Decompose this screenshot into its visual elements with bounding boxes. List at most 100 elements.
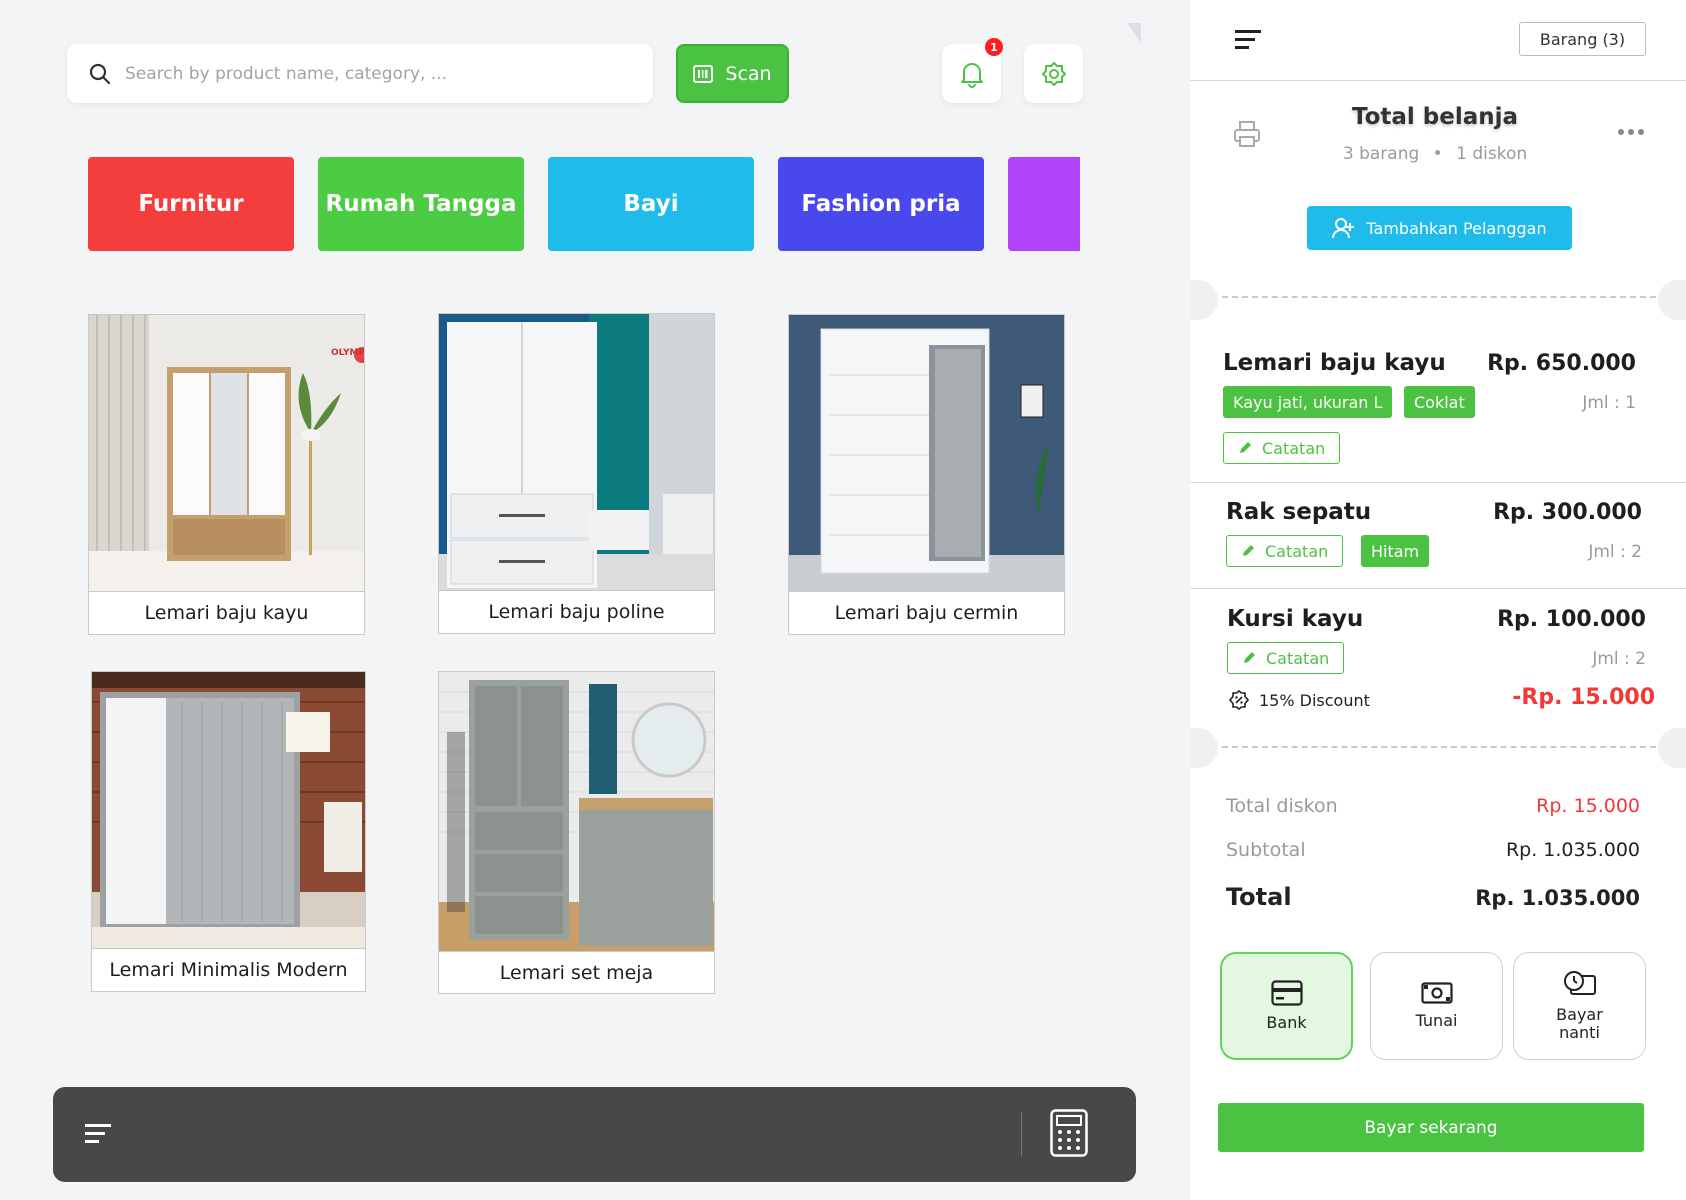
receipt-notch-left (1190, 728, 1218, 768)
cart-item-price: Rp. 300.000 (1493, 500, 1642, 525)
add-customer-label: Tambahkan Pelanggan (1366, 218, 1547, 238)
category-bayi[interactable]: Bayi (548, 157, 754, 251)
note-label: Catatan (1262, 438, 1326, 458)
cart-item-price: Rp. 100.000 (1497, 607, 1646, 632)
cart-subtitle: 3 barang • 1 diskon (1290, 144, 1580, 164)
corner-fold (1127, 23, 1141, 43)
total-value: Rp. 1.035.000 (1475, 886, 1640, 910)
add-customer-button[interactable]: Tambahkan Pelanggan (1307, 206, 1572, 250)
menu-icon[interactable] (1235, 30, 1261, 50)
product-card[interactable]: Lemari baju poline (438, 313, 715, 634)
payment-label: Bayar nanti (1556, 1005, 1603, 1042)
note-label: Catatan (1266, 648, 1330, 668)
product-card[interactable]: Lemari baju cermin (788, 314, 1065, 635)
payment-label: Tunai (1415, 1011, 1458, 1031)
pay-now-button[interactable]: Bayar sekarang (1218, 1103, 1644, 1152)
printer-icon[interactable] (1233, 120, 1261, 148)
category-label: Rumah Tangga (325, 191, 517, 217)
product-card[interactable]: Lemari Minimalis Modern (91, 671, 366, 992)
note-button[interactable]: Catatan (1223, 432, 1341, 464)
pencil-icon (1243, 545, 1254, 556)
cash-icon (1420, 982, 1453, 1004)
product-name: Lemari set meja (439, 951, 714, 994)
catalog-area: Scan 1 Furnitur Rumah Tangga Bayi Fashio… (0, 0, 1190, 1200)
color-tag: Hitam (1361, 535, 1430, 567)
category-partial[interactable] (1008, 157, 1080, 251)
receipt-notch-right (1658, 728, 1686, 768)
discount-row: 15% Discount (1229, 690, 1370, 710)
total-discount-label: Total diskon (1226, 795, 1338, 817)
item-count-label: 3 barang (1342, 144, 1420, 164)
cart-panel: Barang (3) Total belanja 3 barang • 1 di… (1190, 0, 1686, 1200)
menu-icon[interactable] (85, 1124, 111, 1144)
notification-button[interactable]: 1 (942, 38, 1003, 103)
payment-label: Bank (1266, 1013, 1307, 1033)
color-tag: Coklat (1404, 386, 1475, 418)
category-label: Bayi (623, 191, 679, 217)
note-button[interactable]: Catatan (1226, 535, 1344, 567)
payment-bank[interactable]: Bank (1220, 952, 1353, 1060)
cart-item-name: Lemari baju kayu (1223, 350, 1446, 376)
card-icon (1270, 980, 1303, 1006)
category-label: Fashion pria (801, 191, 961, 217)
svg-text:OLYMPIC: OLYMPIC (331, 348, 364, 358)
product-image: OLYMPIC (89, 315, 364, 591)
clock-card-icon (1563, 971, 1596, 996)
toolbar-divider (1021, 1112, 1022, 1156)
cart-item-qty: Jml : 2 (1592, 649, 1646, 669)
barcode-icon (693, 64, 714, 83)
discount-label: 15% Discount (1259, 690, 1370, 710)
dashed-divider (1222, 746, 1656, 748)
notification-badge: 1 (985, 38, 1003, 56)
total-discount-value: Rp. 15.000 (1536, 795, 1640, 817)
header-divider (1190, 80, 1686, 81)
cart-title: Total belanja (1351, 104, 1519, 130)
product-name: Lemari baju poline (439, 590, 714, 633)
product-name: Lemari Minimalis Modern (92, 948, 365, 991)
cart-item-name: Kursi kayu (1227, 606, 1364, 632)
category-rumah-tangga[interactable]: Rumah Tangga (318, 157, 524, 251)
item-divider (1190, 482, 1686, 483)
pencil-icon (1244, 652, 1255, 663)
calculator-icon[interactable] (1050, 1109, 1088, 1157)
receipt-notch-left (1190, 280, 1218, 320)
note-button[interactable]: Catatan (1227, 642, 1345, 674)
product-card[interactable]: Lemari set meja (438, 671, 715, 994)
bell-icon (960, 62, 983, 88)
product-image (789, 315, 1064, 591)
category-fashion-pria[interactable]: Fashion pria (778, 157, 984, 251)
cart-item-name: Rak sepatu (1226, 499, 1372, 525)
product-name: Lemari baju cermin (789, 591, 1064, 634)
receipt-notch-right (1658, 280, 1686, 320)
subtotal-label: Subtotal (1226, 839, 1306, 861)
payment-cash[interactable]: Tunai (1370, 952, 1503, 1060)
more-options-icon[interactable] (1617, 128, 1645, 136)
payment-pay-later[interactable]: Bayar nanti (1513, 952, 1646, 1060)
gear-icon (1041, 61, 1066, 86)
settings-button[interactable] (1024, 44, 1083, 103)
variant-tag: Kayu jati, ukuran L (1223, 386, 1393, 418)
product-image (439, 672, 714, 951)
search-bar[interactable] (67, 44, 653, 103)
separator-dot: • (1432, 144, 1443, 164)
total-label: Total (1226, 883, 1292, 911)
bottom-toolbar (53, 1087, 1136, 1182)
note-label: Catatan (1265, 541, 1329, 561)
category-furnitur[interactable]: Furnitur (88, 157, 294, 251)
product-card[interactable]: OLYMPIC Lemari baju kayu (88, 314, 365, 635)
search-input[interactable] (125, 63, 625, 84)
items-count-button[interactable]: Barang (3) (1519, 22, 1646, 56)
discount-count-label: 1 diskon (1456, 144, 1528, 164)
cart-item-price: Rp. 650.000 (1487, 351, 1636, 376)
search-icon (89, 63, 111, 84)
scan-button[interactable]: Scan (676, 44, 789, 103)
discount-badge-icon (1229, 690, 1249, 710)
item-divider (1190, 588, 1686, 589)
add-user-icon (1332, 218, 1355, 239)
dashed-divider (1222, 296, 1656, 298)
subtotal-value: Rp. 1.035.000 (1505, 839, 1640, 861)
cart-item-qty: Jml : 2 (1588, 542, 1642, 562)
pencil-icon (1240, 442, 1251, 453)
cart-item-qty: Jml : 1 (1582, 393, 1636, 413)
product-name: Lemari baju kayu (89, 591, 364, 634)
